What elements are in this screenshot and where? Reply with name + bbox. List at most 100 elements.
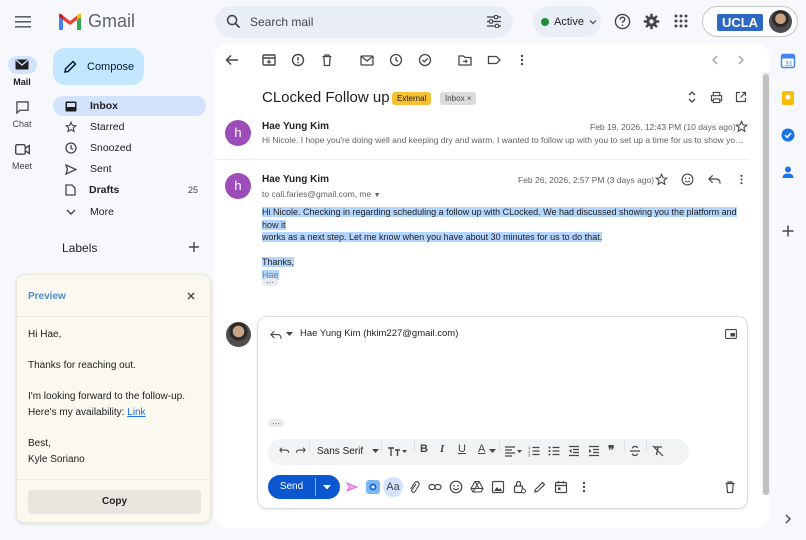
- indent-less-icon[interactable]: [568, 445, 580, 457]
- calendar-icon[interactable]: 31: [780, 53, 796, 69]
- discard-draft-icon[interactable]: [723, 480, 737, 494]
- nav-item-drafts[interactable]: Drafts 25: [53, 180, 206, 200]
- snooze-icon[interactable]: [388, 52, 404, 68]
- strikethrough-icon[interactable]: [629, 445, 641, 457]
- nav-item-more[interactable]: More: [53, 202, 206, 222]
- extension-icon[interactable]: [366, 480, 380, 494]
- numbered-list-icon[interactable]: 123: [528, 445, 540, 457]
- add-task-icon[interactable]: [417, 52, 433, 68]
- ai-assist-icon[interactable]: [345, 480, 359, 494]
- availability-link[interactable]: Link: [127, 407, 145, 418]
- reply-composer[interactable]: Hae Yung Kim (hkim227@gmail.com) ... | S…: [257, 316, 748, 509]
- signature-pen-icon[interactable]: [533, 480, 547, 494]
- search-icon[interactable]: [226, 14, 241, 29]
- font-family-select[interactable]: Sans Serif: [317, 446, 363, 457]
- reply-icon[interactable]: [708, 174, 721, 185]
- show-trimmed-content-button[interactable]: ...: [268, 417, 284, 427]
- reply-type-dropdown-icon[interactable]: [286, 332, 293, 337]
- label-icon[interactable]: [486, 52, 502, 68]
- send-button[interactable]: Send: [268, 475, 340, 499]
- account-switcher[interactable]: UCLA: [702, 6, 798, 37]
- bold-icon[interactable]: B: [420, 443, 428, 455]
- expand-collapse-icon[interactable]: [686, 90, 698, 104]
- settings-gear-icon[interactable]: [643, 13, 660, 30]
- chevron-down-icon[interactable]: [372, 449, 379, 454]
- close-icon[interactable]: [187, 292, 195, 300]
- text-color-icon[interactable]: A: [478, 443, 485, 455]
- sender-avatar[interactable]: h: [225, 120, 251, 146]
- message-snippet[interactable]: Hi Nicole. I hope you're doing well and …: [262, 135, 747, 145]
- undo-icon[interactable]: [279, 445, 290, 456]
- compose-button[interactable]: Compose: [53, 48, 144, 85]
- italic-icon[interactable]: I: [440, 443, 444, 455]
- details-dropdown-icon[interactable]: ▼: [374, 192, 381, 199]
- reply-recipient[interactable]: Hae Yung Kim (hkim227@gmail.com): [300, 328, 458, 339]
- keep-icon[interactable]: [780, 90, 796, 106]
- google-drive-icon[interactable]: [470, 480, 484, 494]
- remove-label-icon[interactable]: ×: [467, 94, 472, 103]
- mail-icon[interactable]: [15, 59, 29, 70]
- attach-file-icon[interactable]: [407, 480, 421, 494]
- search-input[interactable]: Search mail: [250, 15, 313, 29]
- contacts-icon[interactable]: [780, 164, 796, 180]
- add-addon-icon[interactable]: [780, 223, 796, 239]
- nav-item-sent[interactable]: Sent: [53, 159, 206, 179]
- more-vert-icon[interactable]: [735, 173, 748, 186]
- sender-name[interactable]: Hae Yung Kim: [262, 121, 329, 132]
- scrollbar-thumb[interactable]: [763, 74, 769, 495]
- rail-chat-label[interactable]: Chat: [5, 119, 39, 129]
- insert-link-icon[interactable]: [428, 480, 442, 494]
- sender-name[interactable]: Hae Yung Kim: [262, 174, 329, 185]
- newer-chevron-icon[interactable]: [707, 52, 723, 68]
- collapse-side-panel-icon[interactable]: [782, 513, 798, 529]
- tasks-icon[interactable]: [780, 127, 796, 143]
- confidential-mode-icon[interactable]: [512, 480, 526, 494]
- account-avatar[interactable]: [769, 10, 792, 33]
- help-icon[interactable]: [614, 13, 631, 30]
- quote-icon[interactable]: ❞: [608, 443, 614, 457]
- sender-avatar[interactable]: h: [225, 173, 251, 199]
- schedule-send-dropdown-icon[interactable]: [323, 485, 331, 490]
- archive-icon[interactable]: [261, 52, 277, 68]
- meet-icon[interactable]: [15, 144, 30, 155]
- main-menu-icon[interactable]: [12, 11, 34, 33]
- emoji-reaction-icon[interactable]: [681, 173, 694, 186]
- nav-item-inbox[interactable]: Inbox: [53, 96, 206, 116]
- open-new-window-icon[interactable]: [735, 91, 747, 103]
- mark-unread-icon[interactable]: [359, 52, 375, 68]
- show-trimmed-content-button[interactable]: ...: [262, 276, 278, 286]
- bulleted-list-icon[interactable]: [548, 445, 560, 457]
- redo-icon[interactable]: [295, 445, 306, 456]
- gmail-logo[interactable]: Gmail: [58, 11, 135, 32]
- rail-meet-label[interactable]: Meet: [5, 161, 39, 171]
- copy-button[interactable]: Copy: [28, 490, 201, 514]
- reply-icon[interactable]: [270, 330, 282, 340]
- insert-emoji-icon[interactable]: [449, 480, 463, 494]
- star-icon[interactable]: [735, 120, 748, 133]
- pop-out-icon[interactable]: [725, 329, 737, 339]
- inbox-label-chip[interactable]: Inbox ×: [440, 92, 477, 105]
- back-arrow-icon[interactable]: [224, 52, 240, 68]
- report-spam-icon[interactable]: [290, 52, 306, 68]
- apps-grid-icon[interactable]: [674, 14, 688, 28]
- add-label-icon[interactable]: [188, 241, 200, 253]
- move-to-icon[interactable]: [457, 52, 473, 68]
- recipient-line[interactable]: to cali.faries@gmail.com, me ▼: [262, 189, 381, 199]
- more-options-icon[interactable]: [577, 480, 591, 494]
- chevron-down-icon[interactable]: [489, 449, 496, 454]
- remove-formatting-icon[interactable]: [652, 445, 664, 457]
- schedule-calendar-icon[interactable]: [554, 480, 568, 494]
- insert-photo-icon[interactable]: [491, 480, 505, 494]
- status-selector[interactable]: Active: [533, 6, 601, 37]
- print-icon[interactable]: [710, 91, 723, 104]
- more-vert-icon[interactable]: [514, 52, 530, 68]
- chat-icon[interactable]: [16, 101, 29, 114]
- search-options-icon[interactable]: [487, 15, 501, 28]
- search-bar[interactable]: Search mail: [215, 6, 513, 38]
- older-chevron-icon[interactable]: [733, 52, 749, 68]
- star-icon[interactable]: [655, 173, 668, 186]
- formatting-options-icon[interactable]: Aa: [383, 477, 403, 497]
- nav-item-snoozed[interactable]: Snoozed: [53, 138, 206, 158]
- rail-mail-label[interactable]: Mail: [5, 77, 39, 87]
- font-size-icon[interactable]: [387, 445, 407, 457]
